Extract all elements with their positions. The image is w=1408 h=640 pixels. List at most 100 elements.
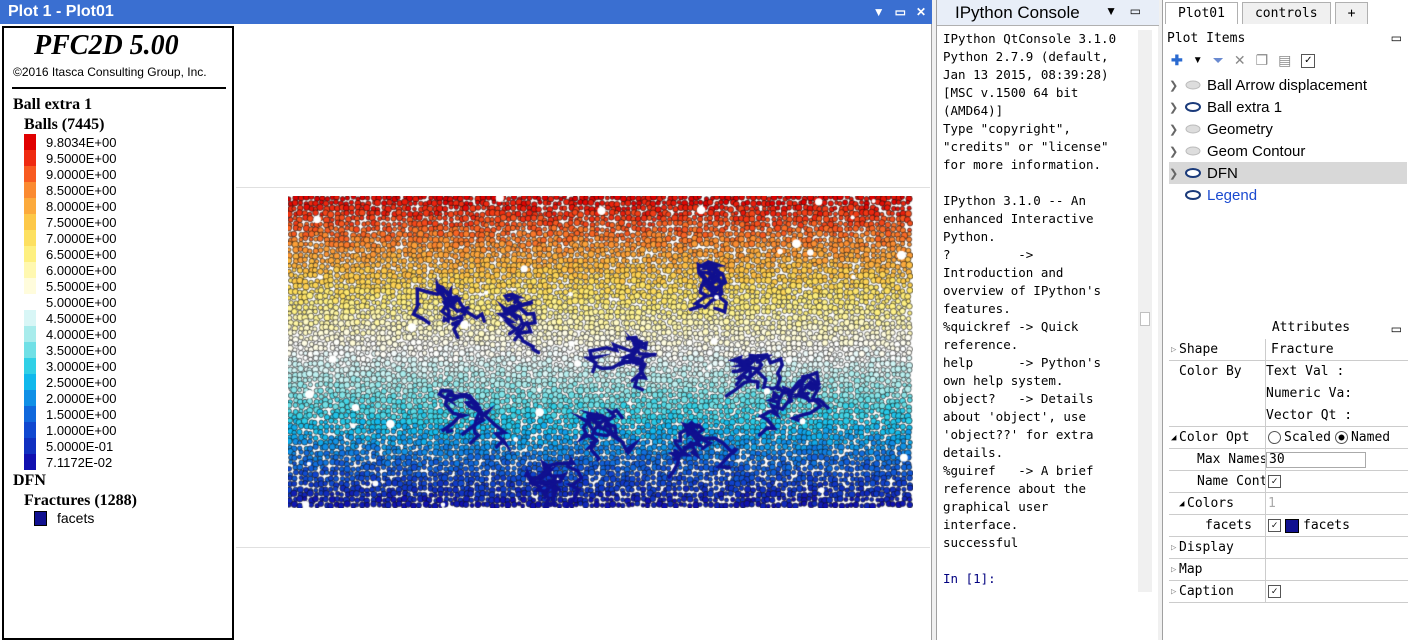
plot-legend: PFC2D 5.00 ©2016 Itasca Consulting Group… xyxy=(2,26,234,640)
visibility-eye-icon[interactable] xyxy=(1185,143,1207,160)
caption-checkbox[interactable]: ✓ xyxy=(1268,585,1281,598)
console-line: own help system. xyxy=(943,373,1064,388)
legend-scale-value: 7.0000E+00 xyxy=(46,231,117,246)
legend-facets-entry: facets xyxy=(34,510,94,526)
attr-shape-key: Shape xyxy=(1179,342,1219,357)
console-scrollbar-thumb[interactable] xyxy=(1140,312,1150,326)
plot-item-legend[interactable]: Legend xyxy=(1169,184,1407,206)
attr-map-key: Map xyxy=(1179,562,1203,577)
attr-colorby-vector[interactable]: Vector Qt : xyxy=(1266,408,1352,423)
expand-arrow-icon[interactable]: ❯ xyxy=(1169,79,1185,92)
attr-shape-value[interactable]: Fracture xyxy=(1266,339,1408,361)
console-line: Jan 13 2015, 08:39:28) xyxy=(943,67,1109,82)
visibility-eye-icon[interactable] xyxy=(1185,165,1207,182)
attr-facets-row: facets ✓ facets xyxy=(1169,515,1408,537)
delete-icon[interactable]: ✕ xyxy=(1234,52,1246,69)
console-line: about 'object', use xyxy=(943,409,1086,424)
max-names-spinbox[interactable]: 30 xyxy=(1266,451,1366,468)
paste-icon[interactable]: ▤ xyxy=(1278,52,1291,69)
plot-item-ball-arrow-displacement[interactable]: ❯ Ball Arrow displacement xyxy=(1169,74,1407,96)
legend-scale-value: 2.5000E+00 xyxy=(46,375,117,390)
attributes-collapse-icon[interactable]: ▭ xyxy=(1391,322,1402,336)
attr-facets-key: facets xyxy=(1169,515,1266,537)
plot-item-geom-contour[interactable]: ❯ Geom Contour xyxy=(1169,140,1407,162)
plot-item-dfn[interactable]: ❯ DFN xyxy=(1169,162,1407,184)
filter-icon[interactable]: ⏷ xyxy=(1213,52,1224,69)
console-line: %quickref -> Quick xyxy=(943,319,1079,334)
expand-arrow-icon[interactable]: ❯ xyxy=(1169,167,1185,180)
add-dropdown-icon[interactable]: ▼ xyxy=(1193,55,1203,66)
console-line: reference. xyxy=(943,337,1019,352)
plot-items-panel: Plot01 controls + Plot Items ▭ ✚ ▼ ⏷ ✕ ❐… xyxy=(1162,0,1408,640)
attr-map-row[interactable]: ▷ Map xyxy=(1169,559,1408,581)
legend-scale-value: 5.0000E-01 xyxy=(46,439,114,454)
visibility-eye-icon[interactable] xyxy=(1185,187,1207,204)
plot-window: Plot 1 - Plot01 ▼ ▭ ✕ PFC2D 5.00 ©2016 I… xyxy=(0,0,932,640)
console-line: details. xyxy=(943,445,1004,460)
copy-icon[interactable]: ❐ xyxy=(1256,52,1269,69)
console-title: IPython Console xyxy=(955,2,1080,22)
float-window-icon[interactable]: ▭ xyxy=(895,5,906,19)
expand-arrow-icon[interactable]: ❯ xyxy=(1169,123,1185,136)
legend-scale-swatch xyxy=(24,374,36,390)
console-float-icon[interactable]: ▭ xyxy=(1130,4,1141,18)
plot-window-title: Plot 1 - Plot01 xyxy=(8,3,114,20)
console-scrollbar[interactable] xyxy=(1138,30,1152,592)
dropdown-icon[interactable]: ▼ xyxy=(873,5,885,19)
attr-colorby-text[interactable]: Text Val : xyxy=(1266,364,1344,379)
legend-scale-swatch xyxy=(24,342,36,358)
visibility-eye-icon[interactable] xyxy=(1185,99,1207,116)
plot-viewport[interactable] xyxy=(236,26,930,640)
legend-scale-swatch xyxy=(24,166,36,182)
legend-copyright: ©2016 Itasca Consulting Group, Inc. xyxy=(13,65,207,79)
colors-count-spinbox: 1 xyxy=(1268,496,1276,511)
check-all-icon[interactable]: ✓ xyxy=(1301,53,1316,68)
legend-scale-swatch xyxy=(24,310,36,326)
name-cont-checkbox[interactable]: ✓ xyxy=(1268,475,1281,488)
attr-caption-row[interactable]: ▷ Caption ✓ xyxy=(1169,581,1408,603)
plot-items-collapse-icon[interactable]: ▭ xyxy=(1391,31,1402,45)
attr-colorby-numeric[interactable]: Numeric Va: xyxy=(1266,386,1352,401)
attr-namecont-key: Name Cont xyxy=(1169,471,1266,493)
console-line: features. xyxy=(943,301,1011,316)
tab-plot01[interactable]: Plot01 xyxy=(1165,2,1238,24)
tab-controls[interactable]: controls xyxy=(1241,2,1331,24)
console-line: for more information. xyxy=(943,157,1102,172)
facets-swatch xyxy=(34,510,47,526)
legend-scale-value: 5.0000E+00 xyxy=(46,295,117,310)
add-icon[interactable]: ✚ xyxy=(1171,52,1183,69)
panel-tabs: Plot01 controls + xyxy=(1163,2,1408,28)
console-line: object? -> Details xyxy=(943,391,1094,406)
attr-caption-key: Caption xyxy=(1179,584,1234,599)
console-prompt[interactable]: In [1]: xyxy=(943,570,1135,588)
plot-item-geometry[interactable]: ❯ Geometry xyxy=(1169,118,1407,140)
visibility-eye-icon[interactable] xyxy=(1185,121,1207,138)
console-titlebar: IPython Console ▼ ▭ xyxy=(937,0,1159,26)
attr-coloropt-key: Color Opt xyxy=(1179,430,1250,445)
attr-maxnames-row: Max Names 30 xyxy=(1169,449,1408,471)
attr-shape-row[interactable]: ▷ Shape Fracture xyxy=(1169,339,1408,361)
scaled-radio[interactable] xyxy=(1268,431,1281,444)
named-radio[interactable] xyxy=(1334,431,1348,444)
attr-colors-key: Colors xyxy=(1187,496,1234,511)
legend-scale-value: 8.0000E+00 xyxy=(46,199,117,214)
expand-arrow-icon[interactable]: ❯ xyxy=(1169,145,1185,158)
console-line: successful xyxy=(943,535,1019,550)
legend-scale-value: 3.5000E+00 xyxy=(46,343,117,358)
legend-scale-swatch xyxy=(24,358,36,374)
plot-item-ball-extra-1[interactable]: ❯ Ball extra 1 xyxy=(1169,96,1407,118)
tab-add[interactable]: + xyxy=(1334,2,1369,24)
console-dropdown-icon[interactable]: ▼ xyxy=(1105,4,1117,18)
plot-item-label: Ball extra 1 xyxy=(1207,98,1283,116)
facets-checkbox[interactable]: ✓ xyxy=(1268,519,1281,532)
legend-scale-swatch xyxy=(24,278,36,294)
legend-fractures-label: Fractures (1288) xyxy=(24,492,137,509)
facets-color-swatch[interactable] xyxy=(1285,518,1299,533)
console-output[interactable]: IPython QtConsole 3.1.0 Python 2.7.9 (def… xyxy=(943,30,1135,588)
close-icon[interactable]: ✕ xyxy=(916,5,926,19)
attr-display-row[interactable]: ▷ Display xyxy=(1169,537,1408,559)
expand-arrow-icon[interactable]: ❯ xyxy=(1169,101,1185,114)
visibility-eye-icon[interactable] xyxy=(1185,77,1207,94)
